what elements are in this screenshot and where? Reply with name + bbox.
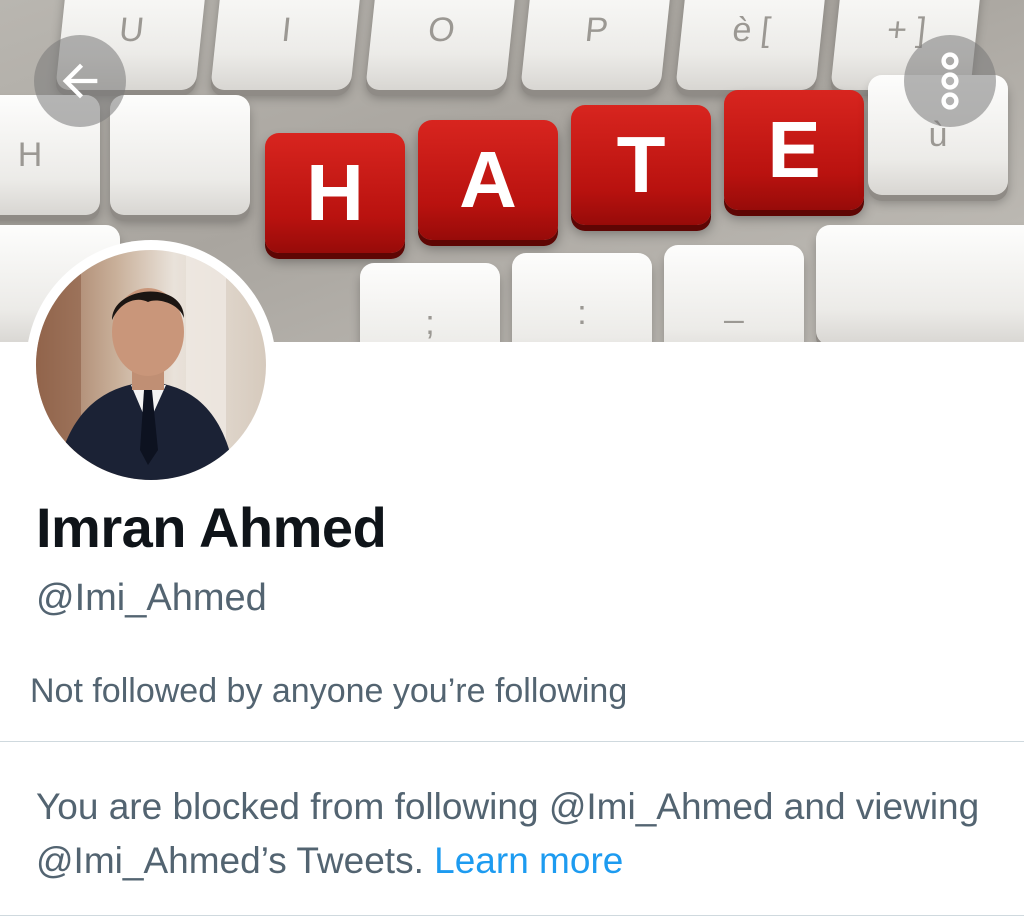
banner-key: I (210, 0, 363, 90)
followers-you-know-note: Not followed by anyone you’re following (30, 672, 628, 710)
avatar-photo (36, 250, 266, 480)
divider (0, 741, 1024, 742)
banner-key (110, 95, 250, 215)
blocked-notice: You are blocked from following @Imi_Ahme… (36, 780, 986, 888)
hate-key-h: H (265, 133, 405, 253)
more-vertical-icon (941, 52, 959, 110)
hate-key-t: T (571, 105, 711, 225)
hate-key-e: E (724, 90, 864, 210)
banner-key: ; (360, 263, 500, 342)
arrow-left-icon (62, 63, 98, 99)
divider (0, 915, 1024, 916)
hate-key-a: A (418, 120, 558, 240)
banner-key: _ (664, 245, 804, 342)
banner-key: P (520, 0, 673, 90)
back-button[interactable] (34, 35, 126, 127)
keyboard-row: H H A T E ù (0, 75, 1024, 253)
more-options-button[interactable] (904, 35, 996, 127)
learn-more-link[interactable]: Learn more (434, 840, 623, 881)
avatar[interactable] (26, 240, 276, 490)
user-handle: @Imi_Ahmed (36, 577, 267, 619)
display-name: Imran Ahmed (36, 496, 387, 559)
person-portrait (36, 250, 236, 480)
banner-key: : (512, 253, 652, 342)
banner-key: O (365, 0, 518, 90)
banner-key (816, 225, 1024, 342)
banner-key: è [ (675, 0, 828, 90)
